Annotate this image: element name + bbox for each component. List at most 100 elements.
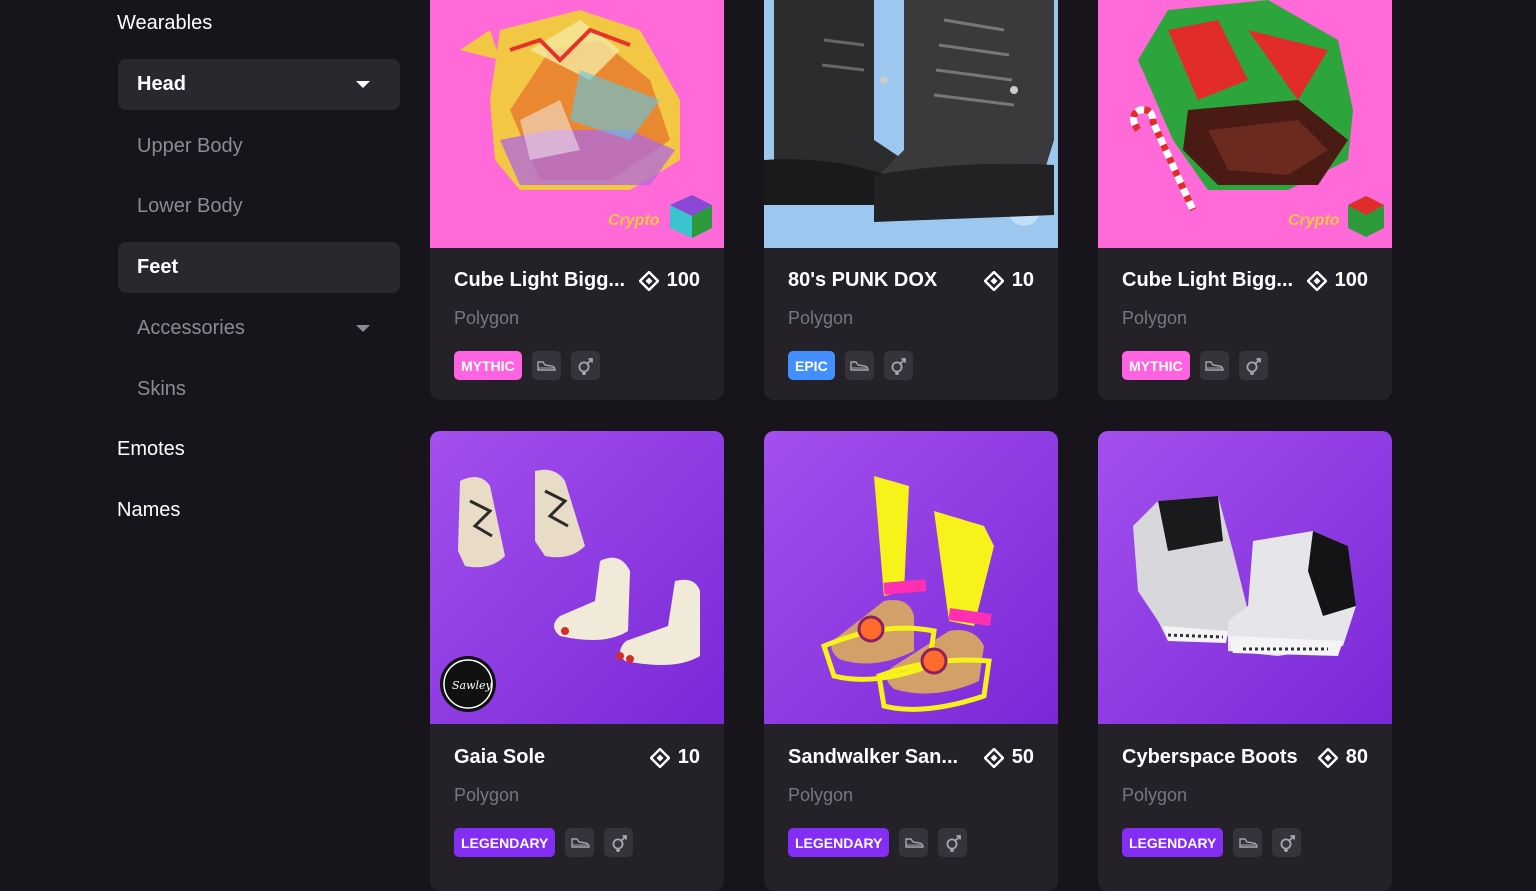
unisex-gender-icon: [943, 833, 963, 853]
item-name[interactable]: Cube Light Bigg...: [1122, 269, 1293, 292]
item-badges: MYTHIC: [454, 351, 600, 380]
item-name[interactable]: Sandwalker San...: [788, 746, 958, 769]
price-value: 100: [666, 269, 700, 291]
sidebar-item-label: Feet: [137, 256, 179, 278]
sidebar-item-feet[interactable]: Feet: [118, 242, 400, 293]
brand-logo-text: Sawley: [452, 679, 493, 692]
mana-diamond-icon: [984, 748, 1004, 768]
boot-image: Sawley: [440, 469, 700, 712]
boot-image: [764, 0, 1058, 248]
sidebar-item-skins[interactable]: Skins: [118, 364, 400, 415]
item-thumbnail[interactable]: [764, 0, 1058, 248]
boot-image: Crypto: [460, 10, 712, 238]
sidebar: Wearables Head Upper Body Lower Body Fee…: [0, 0, 420, 876]
item-badges: MYTHIC: [1122, 351, 1268, 380]
sandal-image: [820, 476, 994, 712]
names-link[interactable]: Names: [117, 499, 180, 522]
item-badges: LEGENDARY: [1122, 828, 1302, 857]
item-price: 100: [639, 269, 700, 292]
item-card[interactable]: 80's PUNK DOX 10 Polygon EPIC: [764, 0, 1058, 400]
item-thumbnail[interactable]: Sawley: [430, 431, 724, 724]
unisex-gender-icon: [1243, 356, 1263, 376]
item-thumbnail[interactable]: Crypto: [430, 0, 724, 248]
shoe-icon: [1204, 359, 1224, 373]
gender-chip: [1272, 828, 1302, 857]
item-network: Polygon: [1122, 308, 1188, 328]
price-value: 10: [677, 746, 700, 768]
gender-chip: [570, 351, 600, 380]
category-chip: [531, 351, 561, 380]
item-card[interactable]: Sawley Gaia Sole 10 Polygon LEGENDARY: [430, 431, 724, 891]
sidebar-item-label: Skins: [137, 378, 186, 400]
sidebar-item-label: Lower Body: [137, 195, 243, 217]
item-badges: LEGENDARY: [454, 828, 634, 857]
mana-diamond-icon: [1307, 271, 1327, 291]
gender-chip: [883, 351, 913, 380]
item-price: 10: [984, 269, 1034, 292]
emotes-link[interactable]: Emotes: [117, 438, 185, 461]
rarity-badge: EPIC: [788, 351, 835, 380]
item-thumbnail[interactable]: Crypto: [1098, 0, 1392, 248]
item-network: Polygon: [788, 308, 854, 328]
item-thumbnail[interactable]: [764, 431, 1058, 724]
category-chip: [844, 351, 874, 380]
rarity-badge: MYTHIC: [1122, 351, 1190, 380]
category-chip: [1199, 351, 1229, 380]
mana-diamond-icon: [650, 748, 670, 768]
rarity-badge: LEGENDARY: [454, 828, 556, 857]
item-badges: LEGENDARY: [788, 828, 968, 857]
category-chip: [899, 828, 929, 857]
item-name[interactable]: Cyberspace Boots: [1122, 746, 1298, 769]
shoe-icon: [1238, 836, 1258, 850]
sidebar-item-upper-body[interactable]: Upper Body: [118, 121, 400, 172]
shoe-icon: [570, 836, 590, 850]
unisex-gender-icon: [575, 356, 595, 376]
brand-logo-text: Crypto: [1288, 212, 1340, 229]
item-network: Polygon: [454, 785, 520, 805]
unisex-gender-icon: [1277, 833, 1297, 853]
mana-diamond-icon: [1318, 748, 1338, 768]
item-card[interactable]: Sandwalker San... 50 Polygon LEGENDARY: [764, 431, 1058, 891]
item-network: Polygon: [788, 785, 854, 805]
item-price: 50: [984, 746, 1034, 769]
item-card[interactable]: Cyberspace Boots 80 Polygon LEGENDARY: [1098, 431, 1392, 891]
category-chip: [565, 828, 595, 857]
sidebar-item-accessories[interactable]: Accessories: [118, 303, 400, 354]
item-name[interactable]: 80's PUNK DOX: [788, 269, 937, 292]
brand-logo-text: Crypto: [608, 212, 660, 229]
price-value: 10: [1011, 269, 1034, 291]
sidebar-item-head[interactable]: Head: [118, 59, 400, 110]
item-card[interactable]: Crypto Cube Light Bigg... 100 Polygon MY…: [1098, 0, 1392, 400]
price-value: 50: [1011, 746, 1034, 768]
unisex-gender-icon: [609, 833, 629, 853]
shoe-icon: [904, 836, 924, 850]
chevron-down-icon[interactable]: [356, 81, 370, 88]
item-network: Polygon: [1122, 785, 1188, 805]
item-badges: EPIC: [788, 351, 913, 380]
rarity-badge: LEGENDARY: [1122, 828, 1224, 857]
item-name[interactable]: Gaia Sole: [454, 746, 545, 769]
shoe-icon: [536, 359, 556, 373]
shoe-icon: [849, 359, 869, 373]
item-card[interactable]: Crypto Cube Light Bigg... 100 Polygon MY…: [430, 0, 724, 400]
sidebar-item-label: Head: [137, 73, 186, 95]
unisex-gender-icon: [888, 356, 908, 376]
gender-chip: [1238, 351, 1268, 380]
price-value: 80: [1345, 746, 1368, 768]
rarity-badge: LEGENDARY: [788, 828, 890, 857]
sidebar-item-label: Accessories: [137, 317, 245, 339]
item-price: 80: [1318, 746, 1368, 769]
category-chip: [1233, 828, 1263, 857]
sidebar-item-lower-body[interactable]: Lower Body: [118, 181, 400, 232]
rarity-badge: MYTHIC: [454, 351, 522, 380]
mana-diamond-icon: [984, 271, 1004, 291]
item-thumbnail[interactable]: [1098, 431, 1392, 724]
chevron-down-icon[interactable]: [356, 325, 370, 332]
item-name[interactable]: Cube Light Bigg...: [454, 269, 625, 292]
item-price: 100: [1307, 269, 1368, 292]
gender-chip: [938, 828, 968, 857]
mana-diamond-icon: [639, 271, 659, 291]
gender-chip: [604, 828, 634, 857]
item-network: Polygon: [454, 308, 520, 328]
wearables-title[interactable]: Wearables: [117, 12, 212, 35]
